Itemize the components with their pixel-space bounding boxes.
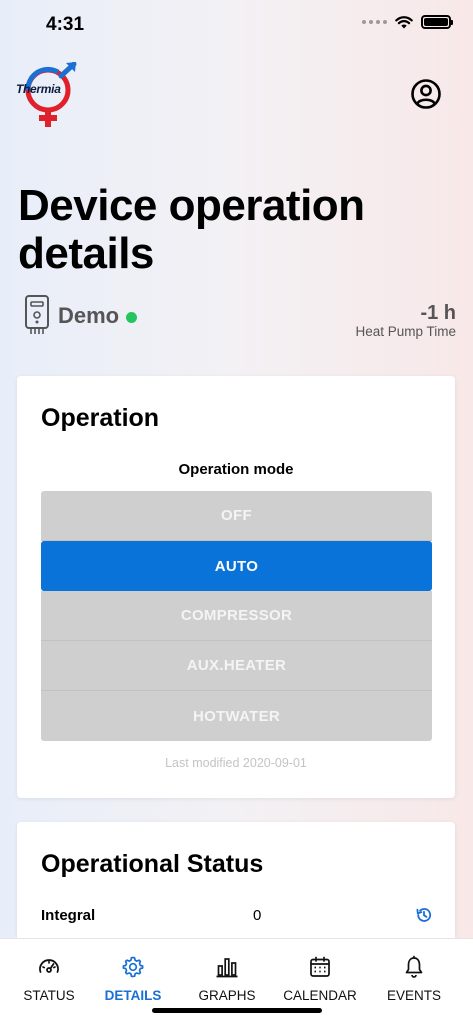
- heat-pump-time-label: Heat Pump Time: [355, 324, 456, 339]
- page-title: Device operation details: [18, 181, 365, 278]
- status-row-integral: Integral 0: [41, 906, 433, 926]
- mode-hotwater-button[interactable]: HOTWATER: [41, 691, 432, 741]
- heat-pump-time-value: -1 h: [420, 302, 456, 324]
- device-info: Demo -1 h Heat Pump Time: [22, 294, 458, 339]
- status-icons: [362, 15, 453, 29]
- profile-button[interactable]: [410, 78, 442, 110]
- operation-card: Operation Operation mode OFF AUTO COMPRE…: [17, 376, 455, 798]
- operational-status-title: Operational Status: [41, 850, 264, 878]
- tab-status-label: STATUS: [23, 988, 75, 1003]
- logo-text: Thermia: [16, 82, 61, 96]
- operation-title: Operation: [41, 404, 160, 432]
- bar-chart-icon: [216, 958, 238, 978]
- gear-icon: [122, 956, 144, 978]
- mode-auto-button[interactable]: AUTO: [41, 541, 432, 591]
- calendar-icon: [310, 956, 330, 977]
- operation-mode-selector: OFF AUTO COMPRESSOR AUX.HEATER HOTWATER: [41, 491, 432, 741]
- online-status-indicator: [126, 312, 137, 323]
- device-name: Demo: [58, 303, 120, 328]
- tab-details[interactable]: DETAILS: [86, 955, 180, 1003]
- status-bar: 4:31: [0, 0, 473, 50]
- tab-calendar-label: CALENDAR: [283, 988, 357, 1003]
- status-row-label: Integral: [41, 907, 96, 924]
- tab-events[interactable]: EVENTS: [367, 955, 461, 1003]
- battery-icon: [421, 15, 453, 29]
- tab-graphs-label: GRAPHS: [198, 988, 256, 1003]
- mode-aux-heater-button[interactable]: AUX.HEATER: [41, 641, 432, 691]
- tab-status[interactable]: STATUS: [2, 955, 96, 1003]
- status-time: 4:31: [46, 14, 85, 35]
- status-row-value: 0: [253, 907, 262, 924]
- operation-mode-label: Operation mode: [178, 461, 294, 478]
- home-indicator: [152, 1008, 322, 1013]
- mode-compressor-button[interactable]: COMPRESSOR: [41, 591, 432, 641]
- user-profile-icon: [411, 79, 441, 109]
- last-modified-text: Last modified 2020-09-01: [165, 756, 307, 770]
- signal-icon: [362, 20, 387, 24]
- heat-pump-device-icon: [25, 295, 49, 334]
- mode-off-button[interactable]: OFF: [41, 491, 432, 541]
- thermia-logo: Thermia: [14, 61, 84, 130]
- gauge-icon: [39, 959, 59, 973]
- tab-graphs[interactable]: GRAPHS: [180, 955, 274, 1003]
- history-icon[interactable]: [415, 906, 433, 924]
- tab-events-label: EVENTS: [386, 988, 441, 1003]
- tab-calendar[interactable]: CALENDAR: [273, 955, 367, 1003]
- bell-icon: [405, 955, 423, 978]
- wifi-icon: [395, 16, 413, 29]
- tab-details-label: DETAILS: [104, 988, 162, 1003]
